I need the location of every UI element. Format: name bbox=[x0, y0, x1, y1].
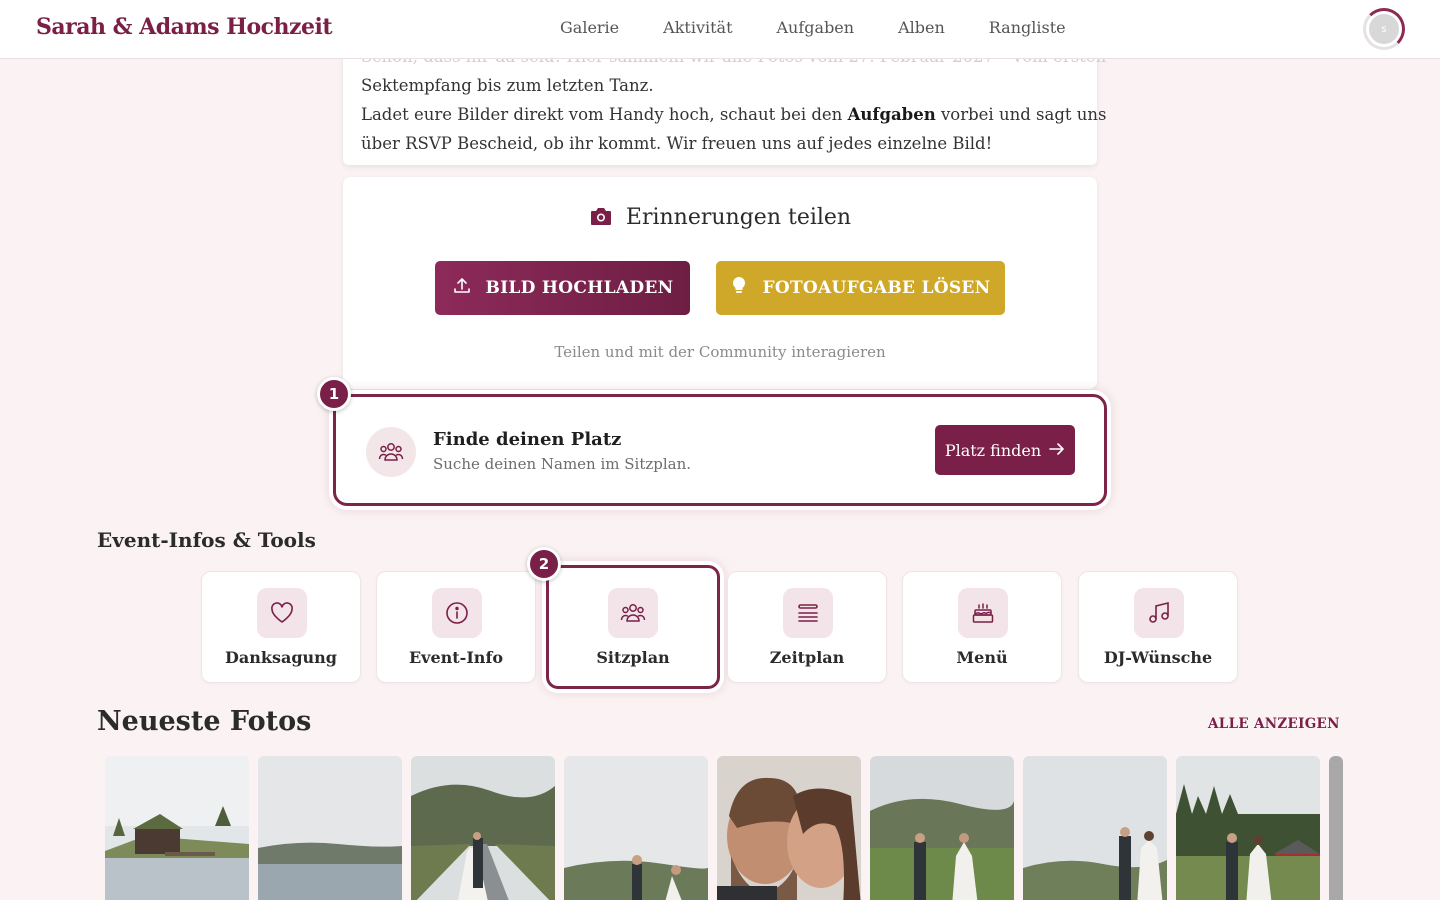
welcome-text-bold: Aufgaben bbox=[847, 105, 936, 124]
photo-thumbnail[interactable] bbox=[1176, 756, 1320, 900]
step-badge-1: 1 bbox=[317, 377, 351, 411]
heart-icon bbox=[257, 588, 307, 638]
tool-label: Event-Info bbox=[408, 648, 503, 667]
camera-icon bbox=[589, 205, 613, 233]
tool-label: Danksagung bbox=[225, 648, 337, 667]
nav-aktivitaet[interactable]: Aktivität bbox=[663, 18, 732, 37]
latest-photos-title: Neueste Fotos bbox=[97, 706, 312, 737]
find-seat-card: Finde deinen Platz Suche deinen Namen im… bbox=[333, 394, 1107, 506]
nav-aufgaben[interactable]: Aufgaben bbox=[777, 18, 855, 37]
tool-label: Zeitplan bbox=[769, 648, 845, 667]
upload-photo-button[interactable]: BILD HOCHLADEN bbox=[435, 261, 690, 315]
welcome-text-part: vorbei und sagt uns bbox=[935, 105, 1107, 124]
welcome-text-line-3: Ladet eure Bilder direkt vom Handy hoch,… bbox=[361, 100, 1106, 129]
tool-label: DJ-Wünsche bbox=[1103, 648, 1213, 667]
share-title-text: Erinnerungen teilen bbox=[625, 205, 852, 230]
seat-card-subtitle: Suche deinen Namen im Sitzplan. bbox=[433, 455, 692, 473]
share-memories-card: Erinnerungen teilen BILD HOCHLADEN FOTOA… bbox=[343, 177, 1097, 389]
list-icon bbox=[783, 588, 833, 638]
profile-avatar-ring[interactable]: s bbox=[1363, 8, 1405, 50]
top-navigation-bar: Sarah & Adams Hochzeit Galerie Aktivität… bbox=[0, 0, 1440, 59]
welcome-text-line-2: Sektempfang bis zum letzten Tanz. bbox=[361, 76, 654, 95]
welcome-text-part: Ladet eure Bilder direkt vom Handy hoch,… bbox=[361, 105, 848, 124]
photo-thumbnail[interactable] bbox=[1023, 756, 1167, 900]
seat-card-title: Finde deinen Platz bbox=[433, 429, 622, 450]
tool-label: Menü bbox=[956, 648, 1008, 667]
welcome-text-line-4: über RSVP Bescheid, ob ihr kommt. Wir fr… bbox=[361, 134, 993, 153]
lightbulb-icon bbox=[730, 276, 748, 301]
info-icon bbox=[432, 588, 482, 638]
find-seat-button[interactable]: Platz finden bbox=[935, 425, 1075, 475]
music-icon bbox=[1134, 588, 1184, 638]
photo-thumbnail[interactable] bbox=[105, 756, 249, 900]
share-caption: Teilen und mit der Community interagiere… bbox=[554, 343, 886, 361]
tool-card-sitzplan[interactable]: Sitzplan bbox=[546, 565, 720, 689]
nav-alben[interactable]: Alben bbox=[898, 18, 945, 37]
upload-button-label: BILD HOCHLADEN bbox=[485, 278, 674, 298]
nav-rangliste[interactable]: Rangliste bbox=[989, 18, 1066, 37]
upload-icon bbox=[452, 276, 472, 301]
cake-icon bbox=[958, 588, 1008, 638]
solve-photo-task-button[interactable]: FOTOAUFGABE LÖSEN bbox=[716, 261, 1005, 315]
share-title: Erinnerungen teilen bbox=[343, 205, 1097, 233]
users-icon bbox=[608, 588, 658, 638]
users-icon bbox=[366, 427, 416, 477]
tool-card-danksagung[interactable]: Danksagung bbox=[201, 571, 361, 683]
photo-thumbnail[interactable] bbox=[1329, 756, 1343, 900]
photo-thumbnail[interactable] bbox=[564, 756, 708, 900]
tool-label: Sitzplan bbox=[596, 648, 670, 667]
tool-card-menue[interactable]: Menü bbox=[902, 571, 1062, 683]
photo-thumbnail[interactable] bbox=[717, 756, 861, 900]
photo-thumbnail[interactable] bbox=[411, 756, 555, 900]
see-all-link[interactable]: ALLE ANZEIGEN bbox=[1208, 716, 1340, 732]
photo-thumbnail[interactable] bbox=[870, 756, 1014, 900]
tools-section-title: Event-Infos & Tools bbox=[97, 528, 316, 552]
avatar: s bbox=[1369, 14, 1399, 44]
task-button-label: FOTOAUFGABE LÖSEN bbox=[762, 278, 991, 298]
photo-thumbnail[interactable] bbox=[258, 756, 402, 900]
tool-card-event-info[interactable]: Event-Info bbox=[376, 571, 536, 683]
brand-logo-text[interactable]: Sarah & Adams Hochzeit bbox=[36, 14, 333, 40]
tool-card-zeitplan[interactable]: Zeitplan bbox=[727, 571, 887, 683]
main-nav: Galerie Aktivität Aufgaben Alben Ranglis… bbox=[560, 18, 1066, 37]
tool-card-dj-wuensche[interactable]: DJ-Wünsche bbox=[1078, 571, 1238, 683]
step-badge-2: 2 bbox=[527, 547, 561, 581]
nav-galerie[interactable]: Galerie bbox=[560, 18, 619, 37]
arrow-right-icon bbox=[1049, 441, 1065, 460]
find-seat-button-label: Platz finden bbox=[944, 440, 1042, 460]
